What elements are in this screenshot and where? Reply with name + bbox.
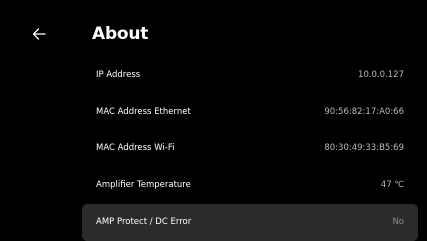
info-row-amplifier-temperature[interactable]: Amplifier Temperature 47 ℃ <box>82 167 418 204</box>
info-row-amp-protect[interactable]: AMP Protect / DC Error No <box>82 204 418 241</box>
about-info-list: IP Address 10.0.0.127 MAC Address Ethern… <box>82 57 418 241</box>
info-label: MAC Address Wi-Fi <box>96 143 175 154</box>
info-value: 90:56:82:17:A0:66 <box>324 106 404 117</box>
back-button[interactable] <box>26 22 52 46</box>
info-row-mac-ethernet[interactable]: MAC Address Ethernet 90:56:82:17:A0:66 <box>82 94 418 131</box>
info-value: 10.0.0.127 <box>358 70 404 81</box>
info-row-ip-address[interactable]: IP Address 10.0.0.127 <box>82 57 418 94</box>
page-title: About <box>92 24 149 44</box>
info-label: AMP Protect / DC Error <box>96 217 192 228</box>
info-value: 80:30:49:33:B5:69 <box>324 143 404 154</box>
info-row-mac-wifi[interactable]: MAC Address Wi-Fi 80:30:49:33:B5:69 <box>82 130 418 167</box>
info-label: MAC Address Ethernet <box>96 106 191 117</box>
arrow-left-icon <box>32 28 46 40</box>
info-label: Amplifier Temperature <box>96 179 191 190</box>
info-label: IP Address <box>96 70 141 81</box>
info-value: 47 ℃ <box>380 179 404 190</box>
info-value: No <box>392 217 404 228</box>
